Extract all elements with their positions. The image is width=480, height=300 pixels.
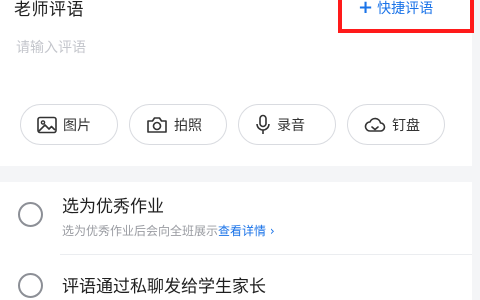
comment-title: 老师评语 (14, 0, 84, 20)
attach-audio-button[interactable]: 录音 (238, 104, 336, 145)
divider (60, 254, 472, 255)
attach-image-button[interactable]: 图片 (20, 104, 118, 145)
view-details-link[interactable]: 查看详情 (218, 224, 266, 238)
chevron-right-icon[interactable]: › (270, 224, 275, 238)
notify-parents-label: 评语通过私聊发给学生家长 (62, 277, 266, 297)
notify-parents-radio[interactable] (18, 273, 43, 298)
excellent-work-radio[interactable] (18, 202, 43, 227)
quick-comment-label: 快捷评语 (377, 1, 434, 17)
excellent-work-hint: 选为优秀作业后会向全班展示查看详情 › (62, 222, 275, 239)
notify-parents-option[interactable]: 评语通过私聊发给学生家长 (0, 260, 472, 300)
excellent-work-option[interactable]: 选为优秀作业 选为优秀作业后会向全班展示查看详情 › (0, 182, 472, 248)
attach-drive-label: 钉盘 (392, 117, 420, 134)
comment-input[interactable] (16, 36, 456, 60)
comment-section: 老师评语 + 快捷评语 图片 拍照 (0, 0, 474, 166)
attach-drive-button[interactable]: 钉盘 (347, 104, 445, 145)
plus-icon: + (358, 0, 374, 18)
excellent-work-label: 选为优秀作业 (62, 197, 164, 217)
options-section: 选为优秀作业 选为优秀作业后会向全班展示查看详情 › 评语通过私聊发给学生家长 (0, 182, 472, 300)
attach-camera-button[interactable]: 拍照 (129, 104, 227, 145)
quick-comment-button[interactable]: + 快捷评语 (358, 0, 433, 18)
attach-image-label: 图片 (63, 117, 91, 134)
attach-camera-label: 拍照 (174, 117, 202, 134)
attach-audio-label: 录音 (277, 117, 305, 134)
cloud-drive-icon (364, 117, 386, 132)
excellent-work-hint-text: 选为优秀作业后会向全班展示 (62, 224, 219, 238)
attachment-toolbar: 图片 拍照 录音 钉盘 (20, 104, 445, 145)
quick-comment-highlight[interactable]: + 快捷评语 (338, 0, 474, 33)
microphone-icon (256, 114, 270, 134)
image-icon (37, 116, 57, 133)
camera-icon (147, 116, 167, 133)
